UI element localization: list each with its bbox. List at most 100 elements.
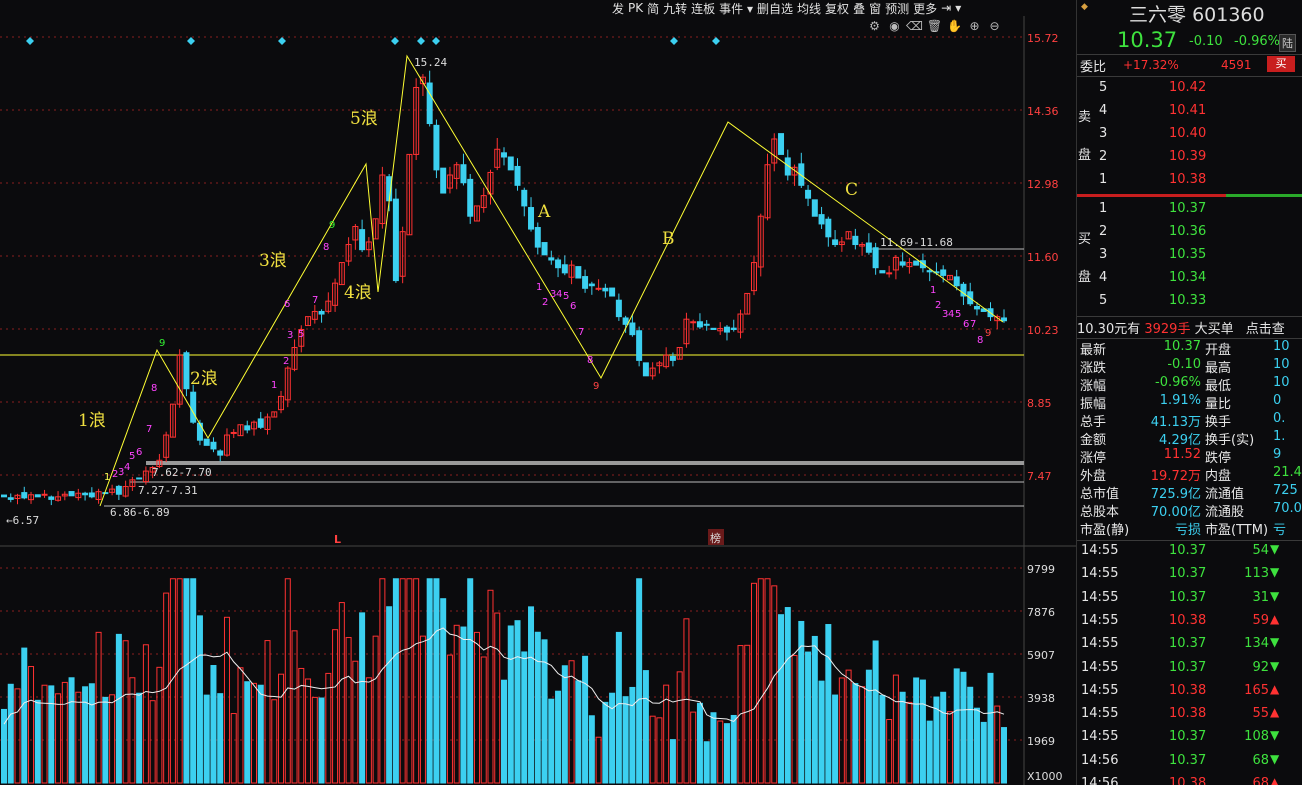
- big-order-row[interactable]: 10.30元有 3929手 大买单 点击查: [1077, 318, 1285, 337]
- tick-time: 14:55: [1081, 566, 1119, 582]
- volume-bar: [669, 739, 676, 784]
- volume-bar: [568, 660, 575, 784]
- tick-price: 10.37: [1169, 659, 1207, 675]
- volume-bar: [784, 607, 791, 784]
- volume-bar: [723, 723, 730, 784]
- volume-bar: [379, 578, 386, 784]
- level-price: 10.39: [1169, 149, 1207, 164]
- volume-bar: [690, 711, 697, 784]
- kline-chart[interactable]: 15.7214.3612.9811.6010.238.857.479799787…: [0, 0, 1076, 785]
- td-counter: 2: [283, 356, 289, 367]
- volume-bar: [109, 694, 116, 784]
- stat-label-2: 内盘: [1205, 469, 1232, 484]
- volume-bar: [629, 686, 636, 784]
- arrow-down-icon: ▼: [1270, 658, 1280, 673]
- sell-level-4[interactable]: 4 10.41: [1077, 101, 1302, 123]
- td-counter: 8: [587, 355, 593, 366]
- td-counter: 5: [563, 291, 569, 302]
- stats-row: 市盈(静) 亏损 市盈(TTM) 亏: [1077, 519, 1302, 538]
- buy-level-2[interactable]: 2 10.36: [1077, 222, 1302, 244]
- volume-bar: [892, 674, 899, 784]
- tick-time: 14:56: [1081, 776, 1119, 785]
- wave-label: 2浪: [190, 369, 218, 389]
- volume-bar: [413, 578, 420, 784]
- tick-price: 10.37: [1169, 636, 1207, 652]
- sell-level-5[interactable]: 5 10.42: [1077, 78, 1302, 100]
- volume-bar: [237, 667, 244, 784]
- candle-body: [872, 247, 879, 269]
- td-counter: 5: [298, 329, 304, 340]
- volume-bar: [75, 691, 82, 784]
- buy-level-1[interactable]: 1 10.37: [1077, 199, 1302, 221]
- bang-badge[interactable]: 榜: [710, 531, 721, 545]
- volume-bar: [764, 578, 771, 784]
- candle-body: [886, 272, 893, 275]
- buy-level-3[interactable]: 3 10.35: [1077, 245, 1302, 267]
- wave-label: A: [537, 202, 551, 222]
- big-order-price: 10.30元有: [1077, 322, 1141, 337]
- tick-vol: 54: [1252, 543, 1269, 558]
- td-counter: 8: [323, 242, 329, 253]
- td-counter: 6: [570, 301, 576, 312]
- tick-price: 10.38: [1169, 612, 1207, 628]
- big-order-more[interactable]: 点击查: [1246, 322, 1285, 337]
- volume-bar: [872, 640, 879, 784]
- volume-bar: [244, 681, 251, 784]
- candle-body: [467, 178, 474, 217]
- candle-body: [426, 82, 433, 125]
- volume-bar: [433, 578, 440, 784]
- stat-value-2: 10: [1273, 357, 1290, 372]
- stat-label-2: 市盈(TTM): [1205, 523, 1269, 538]
- volume-bar: [487, 589, 494, 784]
- tick-vol: 108: [1244, 729, 1269, 745]
- volume-bar: [14, 688, 21, 784]
- candle-body: [865, 242, 872, 253]
- vol-tick-label: 3938: [1027, 692, 1055, 705]
- sell-level-3[interactable]: 3 10.40: [1077, 124, 1302, 146]
- buy-level-5[interactable]: 5 10.33: [1077, 291, 1302, 313]
- stats-row: 外盘 19.72万 内盘 21.4: [1077, 465, 1302, 484]
- stat-label: 涨跌: [1080, 361, 1107, 376]
- stat-label: 总手: [1080, 415, 1107, 430]
- volume-bar: [7, 683, 14, 784]
- volume-bar: [919, 679, 926, 784]
- td-counter: 2: [935, 300, 941, 311]
- price-tick-label: 12.98: [1027, 178, 1059, 191]
- volume-bar: [575, 680, 582, 784]
- stats-row: 总手 41.13万 换手 0.: [1077, 411, 1302, 430]
- volume-bar: [183, 578, 190, 784]
- price-tick-label: 7.47: [1027, 470, 1052, 483]
- volume-bar: [480, 656, 487, 784]
- volume-bar: [196, 615, 203, 784]
- level-price: 10.36: [1169, 224, 1207, 239]
- price-annotation-peak: 15.24: [414, 56, 447, 69]
- sell-level-2[interactable]: 2 10.39: [1077, 147, 1302, 169]
- sell-level-1[interactable]: 1 10.38: [1077, 170, 1302, 192]
- candle-body: [7, 497, 14, 500]
- buy-level-4[interactable]: 4 10.34: [1077, 268, 1302, 290]
- volume-bar: [365, 677, 372, 784]
- stat-value-2: 10: [1273, 375, 1290, 390]
- volume-bar: [372, 635, 379, 784]
- stat-label: 最新: [1080, 343, 1107, 358]
- candle-body: [778, 133, 785, 155]
- volume-bar: [926, 720, 933, 784]
- buy_label-char-1: 买: [1078, 232, 1092, 247]
- stat-value-2: 70.0: [1273, 501, 1302, 516]
- volume-bar: [791, 654, 798, 784]
- volume-bar: [541, 639, 548, 784]
- signal-diamond: [417, 37, 425, 45]
- tick-price: 10.37: [1169, 729, 1207, 745]
- wave-label: C: [845, 180, 858, 200]
- level-price: 10.38: [1169, 172, 1207, 187]
- price-annotation-range3: 7.62-7.70: [152, 466, 212, 479]
- level-num: 2: [1099, 149, 1108, 164]
- volume-bar: [136, 692, 143, 784]
- market-badge: 陆: [1279, 34, 1296, 52]
- td-counter: 7: [578, 327, 584, 338]
- buy_label-char-2: 盘: [1078, 270, 1092, 285]
- candle-body: [582, 276, 589, 289]
- candle-body: [196, 422, 203, 441]
- buy-button[interactable]: 买: [1267, 56, 1295, 72]
- sell-bar: [1077, 194, 1226, 197]
